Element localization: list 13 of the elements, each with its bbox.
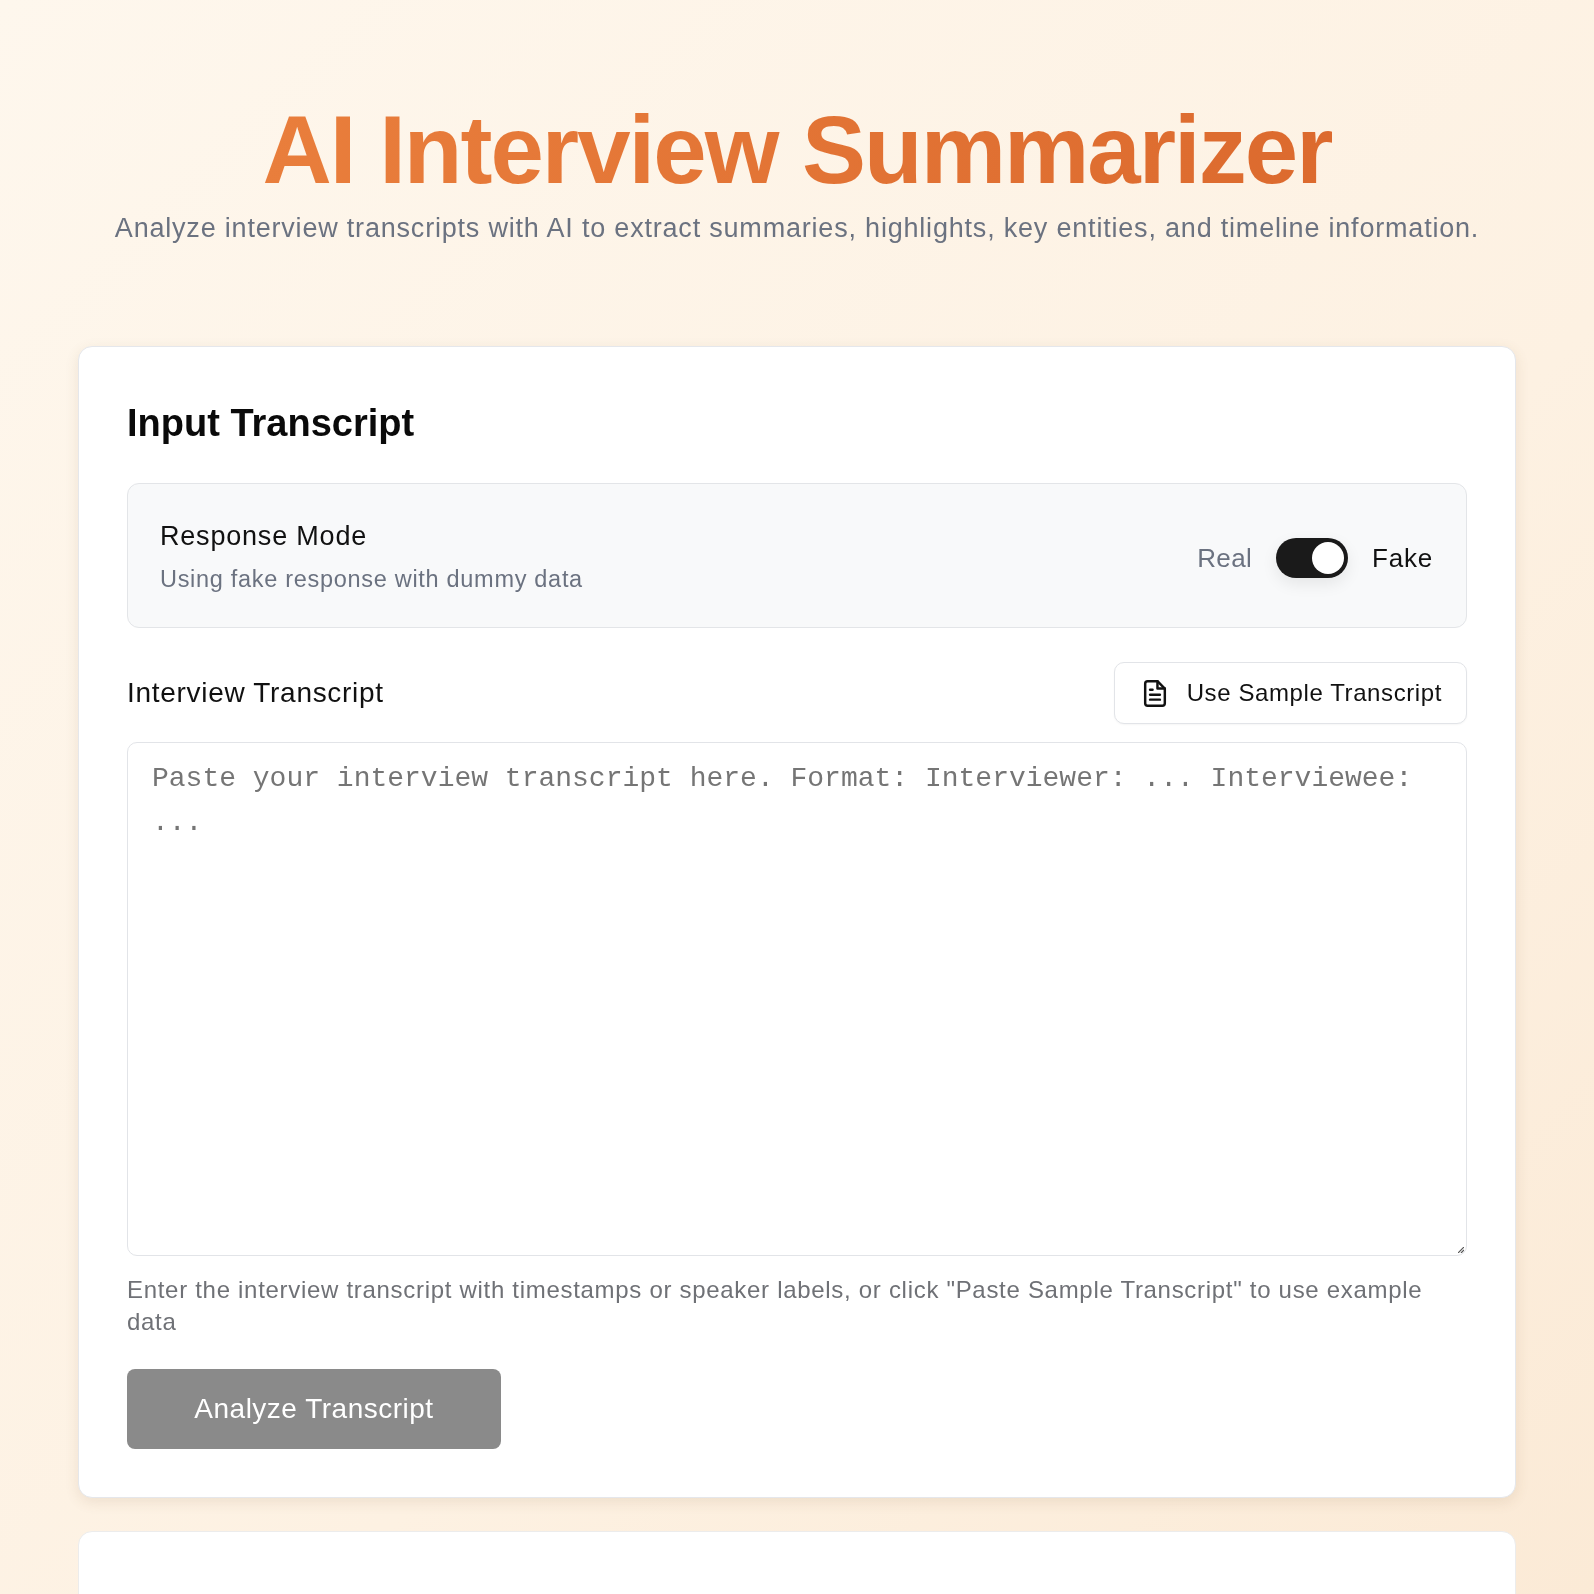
on-label: Fake (1372, 541, 1433, 574)
mode-title: Response Mode (160, 520, 369, 552)
mode-toggle[interactable] (1276, 537, 1348, 578)
mode-description: Using fake response with dummy data (160, 565, 583, 594)
document-icon (1142, 679, 1167, 707)
card-title: Input Transcript (127, 401, 416, 445)
help-text: Enter the interview transcript with timestamps or speaker labels, or click "Paste Sample Transcript" to use example data (127, 1275, 1424, 1337)
off-label: Real (1197, 541, 1252, 574)
page-subtitle: Analyze interview transcripts with AI to extract summaries, highlights, key entities, and timeline information. (114, 212, 1480, 245)
transcript-field[interactable]: Paste your interview transcript here. Format: Interviewer: ... Interviewee: ... (127, 742, 1467, 1256)
resize-grip-icon (1458, 1247, 1464, 1253)
sample-transcript-button[interactable]: Use Sample Transcript (1113, 662, 1467, 724)
field-label: Interview Transcript (127, 677, 384, 709)
